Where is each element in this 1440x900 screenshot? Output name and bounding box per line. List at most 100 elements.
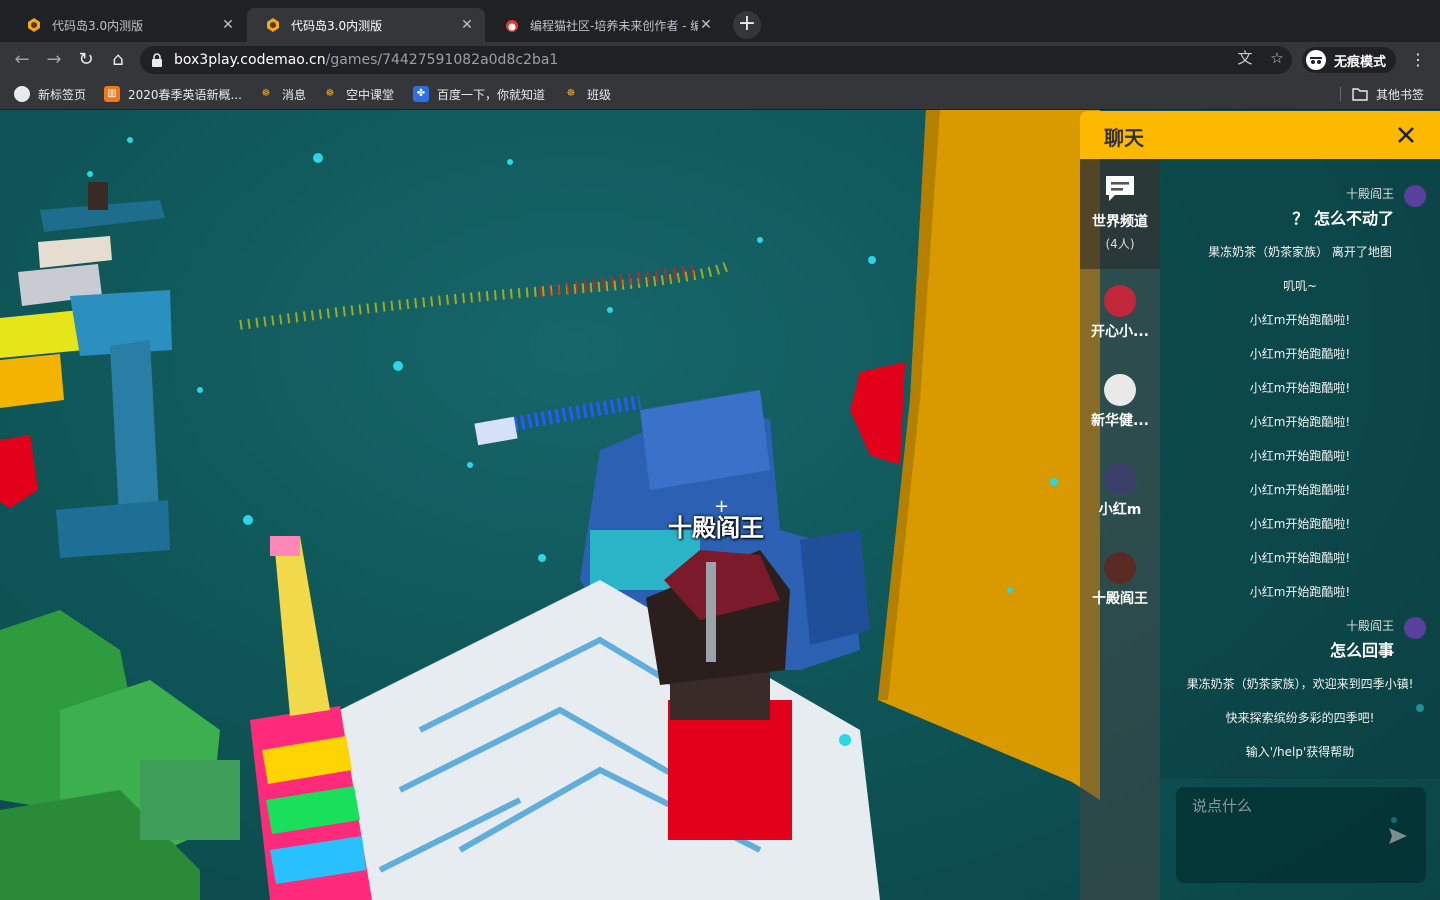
bookmarks-bar: 新标签页 ▥ 2020春季英语新概... ☸ 消息 ☸ 空中课堂 ✤ 百度一下，… xyxy=(0,78,1440,110)
chat-panel: 聊天 世界频道 (4人) 开心小... 新华健... 小红m 十殿阎王 十殿阎王… xyxy=(1080,111,1440,900)
back-arrow-icon[interactable]: ← xyxy=(10,48,34,72)
player-name: 十殿阎王 xyxy=(1092,591,1148,607)
bookmark-label: 新标签页 xyxy=(38,87,87,102)
bookmarks-divider xyxy=(1340,87,1341,101)
player-item[interactable]: 开心小... xyxy=(1080,277,1160,365)
address-bar[interactable]: box3play.codemao.cn/games/74427591082a0d… xyxy=(140,46,1292,74)
chat-message-list[interactable]: 十殿阎王 ？ 怎么不动了 果冻奶茶（奶茶家族） 离开了地图 叽叽~ 小红m开始跑… xyxy=(1160,159,1440,779)
star-bookmark-icon[interactable]: ☆ xyxy=(1267,48,1287,68)
bookmark-label: 百度一下，你就知道 xyxy=(437,87,546,102)
codemao-icon: ☸ xyxy=(261,88,271,99)
message-username: 十殿阎王 xyxy=(1345,187,1394,201)
codemao-cat-favicon-icon xyxy=(506,20,518,32)
bookmark-air-class[interactable]: ☸ 空中课堂 xyxy=(322,85,395,103)
home-icon[interactable]: ⌂ xyxy=(106,48,130,72)
bookmark-baidu[interactable]: ✤ 百度一下，你就知道 xyxy=(413,85,545,103)
system-message: 小红m开始跑酷啦! xyxy=(1249,381,1351,395)
system-message: 小红m开始跑酷啦! xyxy=(1249,449,1351,463)
system-message: 小红m开始跑酷啦! xyxy=(1249,517,1351,531)
player-name: 开心小... xyxy=(1091,324,1149,340)
close-icon[interactable] xyxy=(1394,123,1418,147)
tab-strip: 代码岛3.0内测版 ✕ 代码岛3.0内测版 ✕ 编程猫社区-培养未来创作者 - … xyxy=(0,0,1440,42)
world-channel-count: (4人) xyxy=(1105,237,1135,251)
system-message: 快来探索缤纷多彩的四季吧! xyxy=(1225,711,1375,725)
avatar xyxy=(1104,463,1136,495)
bookmark-english[interactable]: ▥ 2020春季英语新概... xyxy=(104,85,242,103)
chat-header: 聊天 xyxy=(1080,111,1440,159)
bookmark-label: 空中课堂 xyxy=(346,87,395,102)
codemao-favicon-icon xyxy=(267,18,279,32)
player-item[interactable]: 十殿阎王 xyxy=(1080,544,1160,632)
tab-title: 代码岛3.0内测版 xyxy=(52,18,144,33)
tab-title: 代码岛3.0内测版 xyxy=(291,18,383,33)
other-bookmarks[interactable]: 其他书签 xyxy=(1352,85,1424,103)
avatar xyxy=(1104,374,1136,406)
player-item[interactable]: 小红m xyxy=(1080,455,1160,543)
player-item[interactable]: 新华健... xyxy=(1080,366,1160,454)
codemao-icon: ☸ xyxy=(566,88,576,99)
world-channel-label: 世界频道 xyxy=(1092,214,1148,230)
bookmark-class[interactable]: ☸ 班级 xyxy=(563,85,612,103)
incognito-icon xyxy=(1306,50,1326,70)
player-name: 新华健... xyxy=(1091,413,1149,429)
tab-close-icon[interactable]: ✕ xyxy=(220,17,236,33)
system-message: 小红m开始跑酷啦! xyxy=(1249,415,1351,429)
tab-codemao-community[interactable]: 编程猫社区-培养未来创作者 - 编 ✕ xyxy=(486,8,724,42)
baidu-icon: ✤ xyxy=(413,86,429,102)
red-block xyxy=(850,362,905,465)
reload-icon[interactable]: ↻ xyxy=(74,48,98,72)
incognito-badge[interactable]: 无痕模式 xyxy=(1302,47,1397,73)
system-message: 输入'/help'获得帮助 xyxy=(1245,745,1355,759)
message-text: 怎么回事 xyxy=(1329,641,1394,660)
chat-title: 聊天 xyxy=(1104,126,1144,150)
lock-icon xyxy=(152,53,162,67)
url-path: /games/74427591082a0d8c2ba1 xyxy=(325,52,559,68)
system-message: 小红m开始跑酷啦! xyxy=(1249,483,1351,497)
system-message: 小红m开始跑酷啦! xyxy=(1249,585,1351,599)
bookmark-new-tab[interactable]: 新标签页 xyxy=(14,85,86,103)
send-icon[interactable] xyxy=(1388,827,1408,845)
new-tab-button[interactable]: + xyxy=(733,11,761,39)
chat-bubble-icon xyxy=(1106,176,1134,201)
globe-icon xyxy=(14,86,30,102)
orange-bookmark-icon: ▥ xyxy=(104,86,120,102)
bookmark-messages[interactable]: ☸ 消息 xyxy=(258,85,307,103)
bookmark-label: 其他书签 xyxy=(1376,87,1425,102)
tab-title: 编程猫社区-培养未来创作者 - 编 xyxy=(530,18,698,33)
codemao-icon: ☸ xyxy=(325,88,335,99)
avatar xyxy=(1404,185,1426,207)
codemao-favicon-icon xyxy=(28,18,40,32)
incognito-label: 无痕模式 xyxy=(1334,54,1387,70)
browser-menu-icon[interactable]: ⋮ xyxy=(1408,48,1428,72)
bookmark-label: 班级 xyxy=(587,87,612,102)
chat-input-placeholder: 说点什么 xyxy=(1192,797,1253,815)
url-host: box3play.codemao.cn xyxy=(174,52,326,68)
system-message: 叽叽~ xyxy=(1282,279,1318,293)
translate-icon[interactable]: 文 xyxy=(1235,48,1255,68)
tab-codeisland-1[interactable]: 代码岛3.0内测版 ✕ xyxy=(8,8,246,42)
system-message: 小红m开始跑酷啦! xyxy=(1249,313,1351,327)
avatar xyxy=(1404,617,1426,639)
system-message: 果冻奶茶（奶茶家族），欢迎来到四季小镇! xyxy=(1186,677,1414,691)
player-nametag: 十殿阎王 xyxy=(668,514,764,542)
message-username: 十殿阎王 xyxy=(1345,619,1394,633)
system-message: 小红m开始跑酷啦! xyxy=(1249,551,1351,565)
bookmark-label: 2020春季英语新概... xyxy=(128,87,242,102)
system-message: 果冻奶茶（奶茶家族） 离开了地图 xyxy=(1208,245,1392,259)
forward-arrow-icon[interactable]: → xyxy=(42,48,66,72)
folder-icon xyxy=(1352,86,1368,102)
tab-codeisland-2[interactable]: 代码岛3.0内测版 ✕ xyxy=(247,8,485,42)
tab-close-icon[interactable]: ✕ xyxy=(459,17,475,33)
world-channel-tab[interactable]: 世界频道 (4人) xyxy=(1080,159,1160,269)
player-name: 小红m xyxy=(1098,502,1142,518)
avatar xyxy=(1104,552,1136,584)
message-text: ？ 怎么不动了 xyxy=(1292,209,1394,228)
voxel-trees xyxy=(0,610,240,900)
bookmark-label: 消息 xyxy=(282,87,307,102)
chat-channel-sidebar: 世界频道 (4人) 开心小... 新华健... 小红m 十殿阎王 xyxy=(1080,159,1160,900)
tab-close-icon[interactable]: ✕ xyxy=(698,17,714,33)
avatar xyxy=(1104,285,1136,317)
chat-input-field[interactable]: 说点什么 xyxy=(1176,787,1426,883)
browser-toolbar: ← → ↻ ⌂ box3play.codemao.cn/games/744275… xyxy=(0,42,1440,78)
system-message: 小红m开始跑酷啦! xyxy=(1249,347,1351,361)
